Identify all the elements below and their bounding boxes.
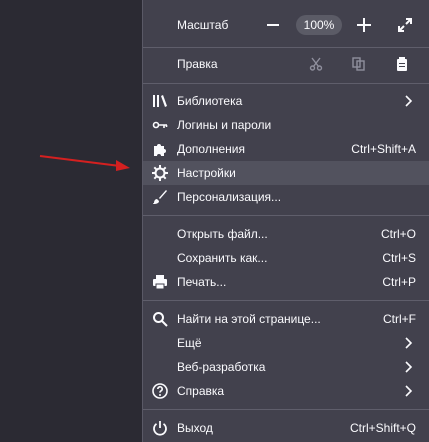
copy-icon[interactable] bbox=[349, 54, 369, 74]
page-background bbox=[0, 0, 142, 442]
zoom-row: Масштаб 100% bbox=[143, 13, 429, 37]
help-icon bbox=[149, 380, 171, 402]
menu-item-exit[interactable]: Выход Ctrl+Shift+Q bbox=[143, 416, 429, 440]
menu-item-settings[interactable]: Настройки bbox=[143, 161, 429, 185]
fullscreen-icon[interactable] bbox=[394, 14, 416, 36]
menu-item-more[interactable]: Ещё bbox=[143, 331, 429, 355]
find-shortcut: Ctrl+F bbox=[383, 312, 416, 326]
separator bbox=[143, 300, 429, 301]
exit-shortcut: Ctrl+Shift+Q bbox=[349, 421, 416, 435]
menu-item-help[interactable]: Справка bbox=[143, 379, 429, 403]
search-icon bbox=[149, 308, 171, 330]
chevron-right-icon bbox=[405, 95, 413, 107]
chevron-right-icon bbox=[405, 385, 413, 397]
settings-label: Настройки bbox=[177, 166, 236, 180]
addons-shortcut: Ctrl+Shift+A bbox=[351, 142, 416, 156]
print-shortcut: Ctrl+P bbox=[382, 275, 416, 289]
library-icon bbox=[149, 90, 171, 112]
menu-item-library[interactable]: Библиотека bbox=[143, 89, 429, 113]
open-file-label: Открыть файл... bbox=[177, 227, 268, 241]
devtools-label: Веб-разработка bbox=[177, 360, 266, 374]
scissors-icon[interactable] bbox=[306, 54, 326, 74]
exit-label: Выход bbox=[177, 421, 213, 435]
edit-label: Правка bbox=[177, 57, 218, 71]
save-as-label: Сохранить как... bbox=[177, 251, 268, 265]
help-label: Справка bbox=[177, 384, 225, 398]
separator bbox=[143, 409, 429, 410]
menu-item-open-file[interactable]: Открыть файл... Ctrl+O bbox=[143, 222, 429, 246]
minus-icon[interactable] bbox=[262, 14, 284, 36]
chevron-right-icon bbox=[405, 361, 413, 373]
zoom-label: Масштаб bbox=[177, 18, 229, 32]
red-arrow-annotation bbox=[39, 155, 130, 171]
more-label: Ещё bbox=[177, 336, 202, 350]
library-label: Библиотека bbox=[177, 94, 243, 108]
power-icon bbox=[149, 417, 171, 439]
zoom-level[interactable]: 100% bbox=[296, 15, 342, 35]
menu-item-devtools[interactable]: Веб-разработка bbox=[143, 355, 429, 379]
logins-label: Логины и пароли bbox=[177, 118, 272, 132]
menu-item-find[interactable]: Найти на этой странице... Ctrl+F bbox=[143, 307, 429, 331]
plus-icon[interactable] bbox=[353, 14, 375, 36]
printer-icon bbox=[149, 271, 171, 293]
find-label: Найти на этой странице... bbox=[177, 312, 321, 326]
separator bbox=[143, 83, 429, 84]
chevron-right-icon bbox=[405, 337, 413, 349]
menu-item-logins[interactable]: Логины и пароли bbox=[143, 113, 429, 137]
open-file-shortcut: Ctrl+O bbox=[380, 227, 416, 241]
customize-label: Персонализация... bbox=[177, 190, 282, 204]
save-as-shortcut: Ctrl+S bbox=[382, 251, 416, 265]
separator bbox=[143, 47, 429, 48]
menu-item-print[interactable]: Печать... Ctrl+P bbox=[143, 270, 429, 294]
menu-item-addons[interactable]: Дополнения Ctrl+Shift+A bbox=[143, 137, 429, 161]
key-icon bbox=[149, 114, 171, 136]
gear-icon bbox=[149, 162, 171, 184]
puzzle-icon bbox=[149, 138, 171, 160]
separator bbox=[143, 215, 429, 216]
edit-row: Правка bbox=[143, 52, 429, 76]
print-label: Печать... bbox=[177, 275, 227, 289]
app-menu-panel: Масштаб 100% Правка Библиотека Логины и … bbox=[142, 0, 429, 442]
addons-label: Дополнения bbox=[177, 142, 245, 156]
menu-item-save-as[interactable]: Сохранить как... Ctrl+S bbox=[143, 246, 429, 270]
clipboard-icon[interactable] bbox=[392, 54, 412, 74]
menu-item-customize[interactable]: Персонализация... bbox=[143, 185, 429, 209]
paintbrush-icon bbox=[149, 186, 171, 208]
